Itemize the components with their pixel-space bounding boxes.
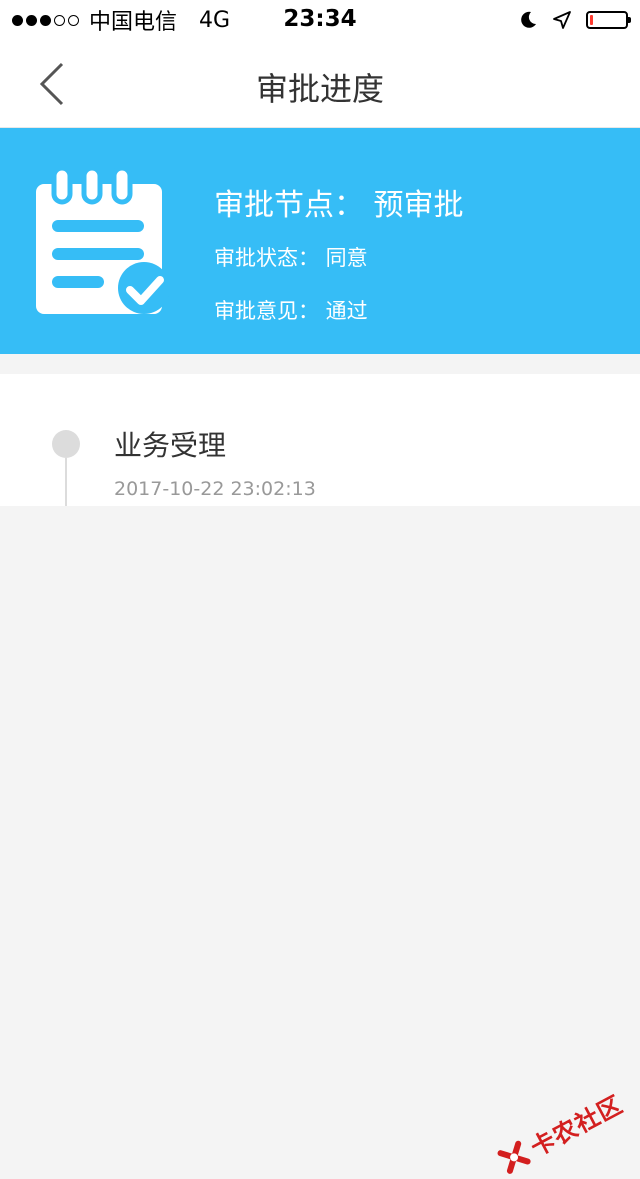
- timeline-dot: [52, 430, 80, 458]
- approval-status: 审批状态： 同意: [214, 246, 368, 270]
- status-right: [518, 8, 631, 32]
- timeline-item-title: 业务受理: [114, 429, 227, 462]
- watermark-text: 卡农社区: [526, 1090, 628, 1163]
- location-arrow-icon: [553, 11, 571, 29]
- page-title: 审批进度: [255, 70, 384, 108]
- watermark-logo-icon: [497, 1140, 531, 1174]
- status-bar: 中国电信 4G 23:34: [0, 0, 640, 40]
- moon-icon: [521, 11, 536, 28]
- approval-banner: 审批节点： 预审批 审批状态： 同意 审批意见： 通过: [0, 128, 640, 354]
- timeline-line: [65, 458, 67, 506]
- watermark: 卡农社区: [493, 1085, 628, 1179]
- battery-level: [590, 15, 594, 25]
- timeline: 业务受理 2017-10-22 23:02:13: [0, 374, 640, 506]
- approval-opinion: 审批意见： 通过: [214, 299, 368, 323]
- clipboard-check-icon: [36, 165, 170, 314]
- timeline-item-time: 2017-10-22 23:02:13: [114, 478, 316, 500]
- approval-node: 审批节点： 预审批: [214, 188, 464, 223]
- nav-bar: 审批进度: [0, 40, 640, 128]
- battery-icon: [586, 11, 631, 29]
